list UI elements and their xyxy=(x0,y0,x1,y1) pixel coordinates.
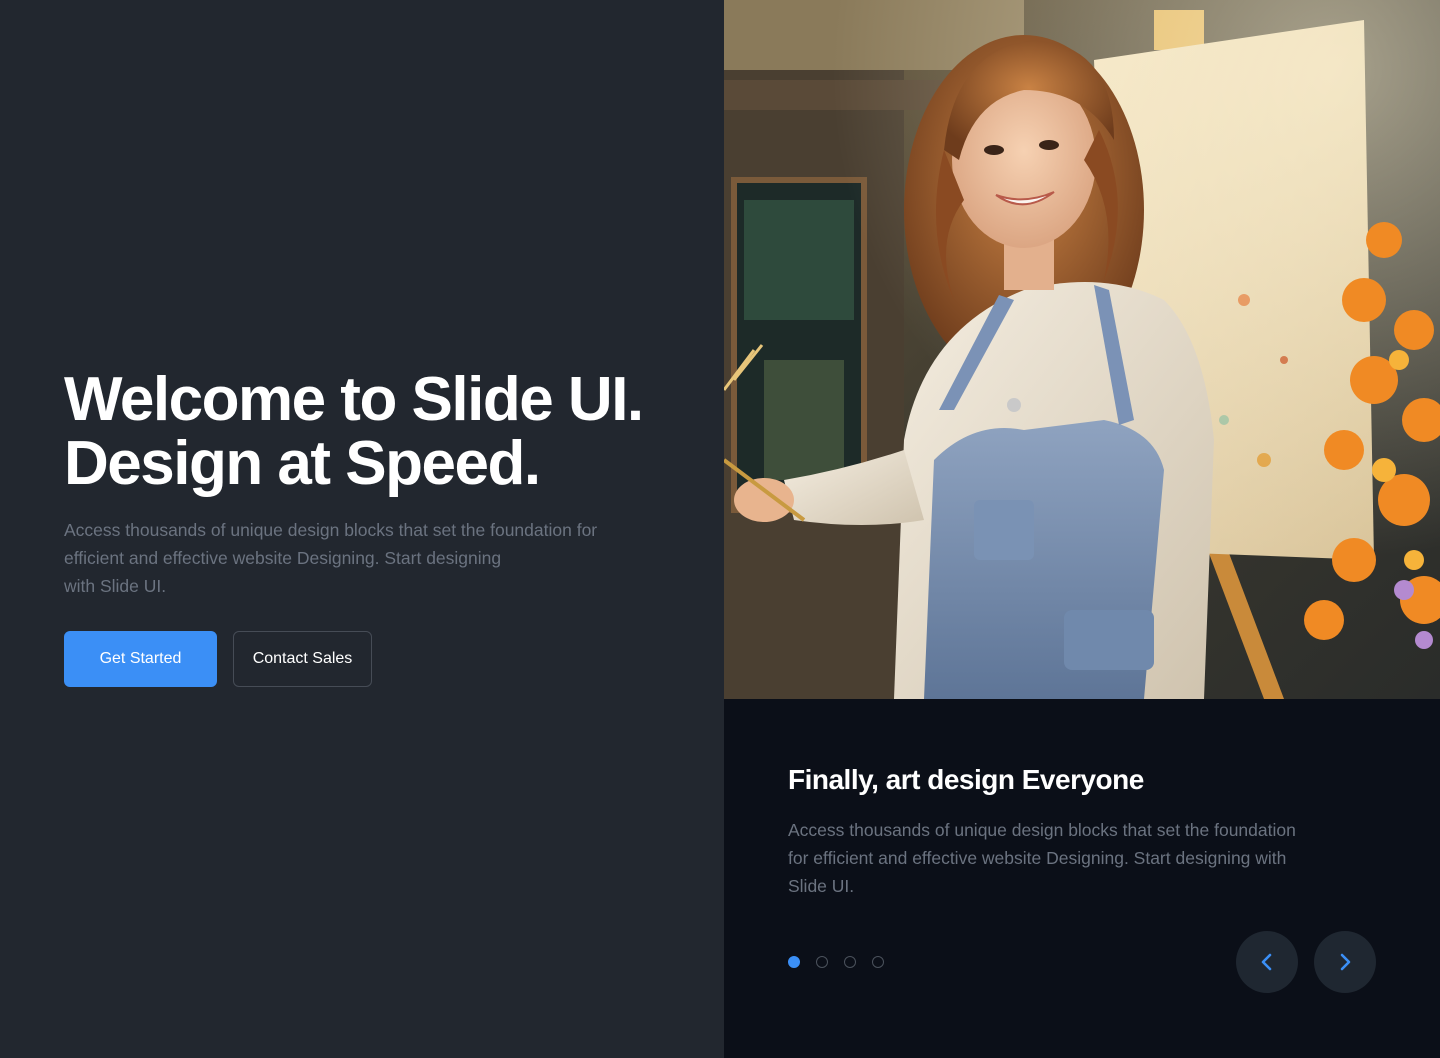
painter-illustration xyxy=(724,0,1440,699)
slide-description-line-2: for efficient and effective website Desi… xyxy=(788,848,1287,868)
hero-description: Access thousands of unique design blocks… xyxy=(64,516,664,600)
carousel-dot-2[interactable] xyxy=(816,956,828,968)
chevron-left-icon xyxy=(1261,953,1272,971)
contact-sales-button[interactable]: Contact Sales xyxy=(233,631,372,687)
slide-image xyxy=(724,0,1440,699)
carousel-dot-4[interactable] xyxy=(872,956,884,968)
hero-title: Welcome to Slide UI. Design at Speed. xyxy=(64,368,704,496)
get-started-button[interactable]: Get Started xyxy=(64,631,217,687)
carousel-dot-3[interactable] xyxy=(844,956,856,968)
chevron-right-icon xyxy=(1340,953,1351,971)
slide-description-line-3: Slide UI. xyxy=(788,876,855,896)
hero-description-line-2: efficient and effective website Designin… xyxy=(64,548,502,568)
hero-description-line-1: Access thousands of unique design blocks… xyxy=(64,520,598,540)
carousel-panel: Finally, art design Everyone Access thou… xyxy=(724,0,1440,1058)
carousel-dot-1[interactable] xyxy=(788,956,800,968)
carousel-dots xyxy=(788,956,884,968)
slide-description-line-1: Access thousands of unique design blocks… xyxy=(788,820,1296,840)
hero-panel: Welcome to Slide UI. Design at Speed. Ac… xyxy=(0,0,724,1058)
hero-description-line-3: with Slide UI. xyxy=(64,576,167,596)
slide-title: Finally, art design Everyone xyxy=(788,764,1144,795)
slide-description: Access thousands of unique design blocks… xyxy=(788,816,1368,900)
next-slide-button[interactable] xyxy=(1314,931,1376,993)
hero-title-line-2: Design at Speed. xyxy=(64,429,541,498)
previous-slide-button[interactable] xyxy=(1236,931,1298,993)
hero-title-line-1: Welcome to Slide UI. xyxy=(64,365,644,434)
